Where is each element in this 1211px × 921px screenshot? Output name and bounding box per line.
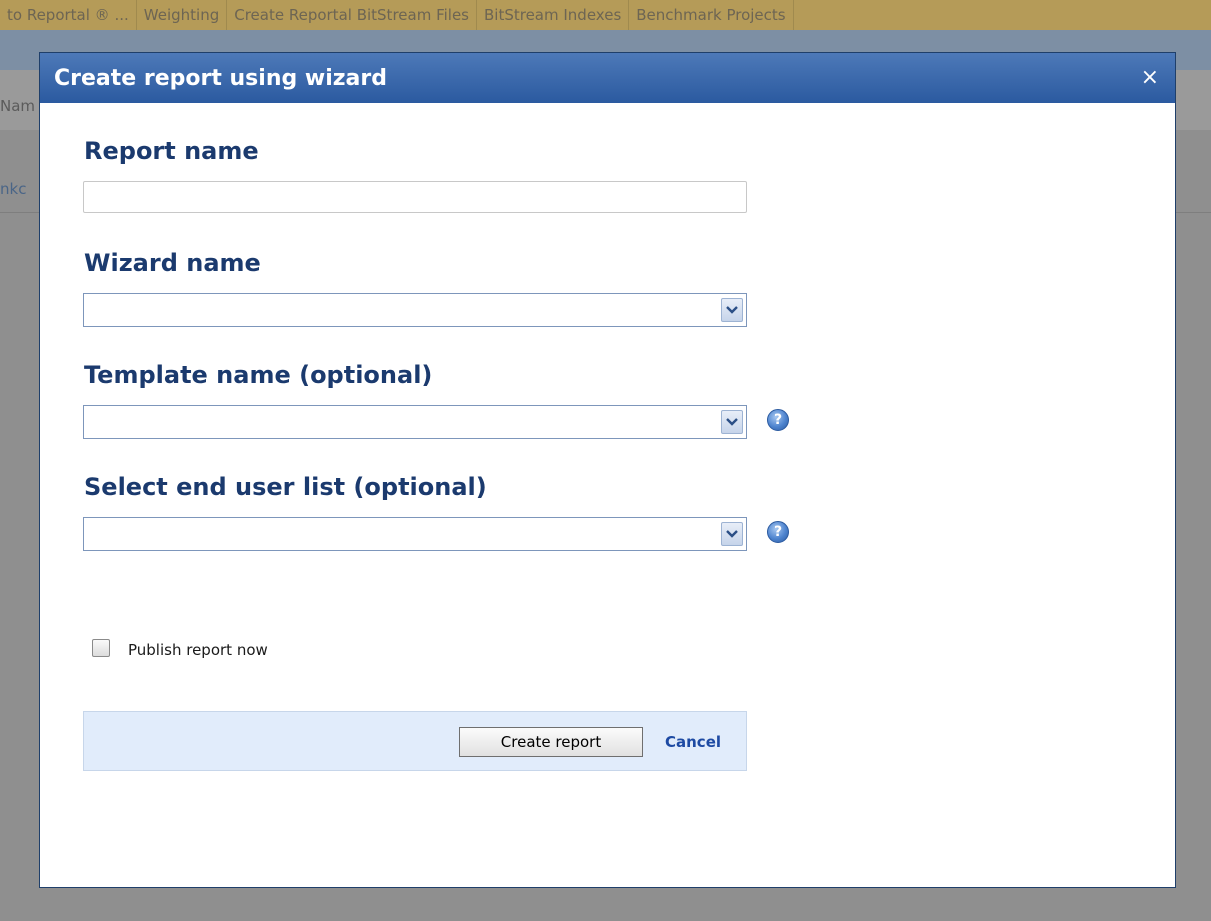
- end-user-list-select[interactable]: [83, 517, 747, 551]
- background-tab: to Reportal ® ...: [0, 0, 137, 30]
- dialog-header: Create report using wizard ×: [40, 53, 1175, 103]
- background-column-label: Nam: [0, 97, 36, 115]
- dialog-title: Create report using wizard: [54, 65, 387, 91]
- cancel-link[interactable]: Cancel: [665, 733, 721, 751]
- background-tab: Weighting: [137, 0, 228, 30]
- wizard-name-label: Wizard name: [84, 249, 261, 277]
- background-top-nav: to Reportal ® ... Weighting Create Repor…: [0, 0, 1211, 30]
- publish-now-checkbox[interactable]: [92, 639, 110, 657]
- close-icon[interactable]: ×: [1141, 67, 1159, 89]
- template-name-select[interactable]: [83, 405, 747, 439]
- background-tab: BitStream Indexes: [477, 0, 630, 30]
- create-report-dialog: Create report using wizard × Report name…: [39, 52, 1176, 888]
- background-tab: Create Reportal BitStream Files: [227, 0, 477, 30]
- report-name-input[interactable]: [83, 181, 747, 213]
- background-link: nkc: [0, 180, 27, 198]
- report-name-label: Report name: [84, 137, 259, 165]
- publish-now-label[interactable]: Publish report now: [128, 641, 268, 659]
- chevron-down-icon[interactable]: [721, 522, 743, 546]
- wizard-name-select[interactable]: [83, 293, 747, 327]
- template-name-label: Template name (optional): [84, 361, 433, 389]
- help-icon[interactable]: ?: [767, 409, 789, 431]
- help-icon[interactable]: ?: [767, 521, 789, 543]
- create-report-button[interactable]: Create report: [459, 727, 643, 757]
- dialog-action-bar: Create report Cancel: [83, 711, 747, 771]
- chevron-down-icon[interactable]: [721, 298, 743, 322]
- background-tab: Benchmark Projects: [629, 0, 794, 30]
- end-user-list-label: Select end user list (optional): [84, 473, 487, 501]
- chevron-down-icon[interactable]: [721, 410, 743, 434]
